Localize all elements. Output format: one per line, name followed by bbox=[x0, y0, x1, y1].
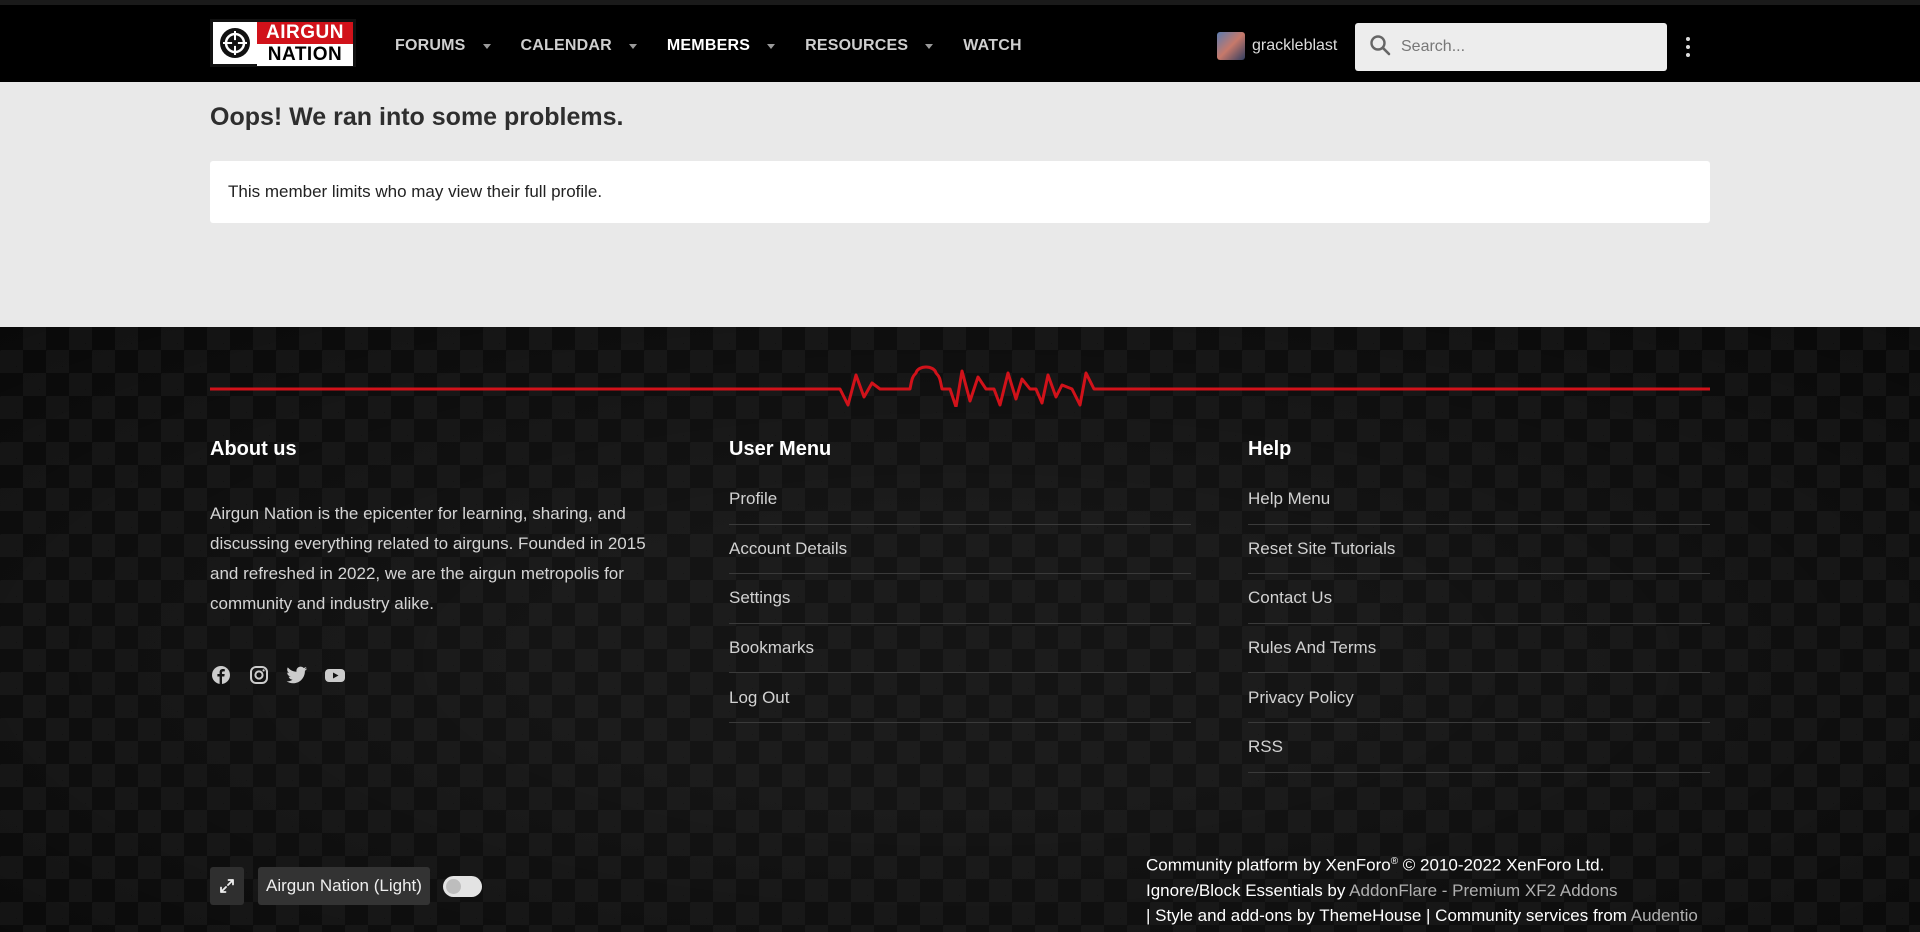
footer-link-profile[interactable]: Profile bbox=[729, 475, 1191, 525]
footer: About us Airgun Nation is the epicenter … bbox=[0, 327, 1920, 932]
nav-watch[interactable]: WATCH bbox=[963, 37, 1021, 55]
error-notice: This member limits who may view their fu… bbox=[210, 161, 1710, 223]
facebook-icon[interactable] bbox=[210, 664, 232, 686]
crosshair-icon bbox=[213, 22, 257, 64]
addonflare-link[interactable]: AddonFlare - Premium XF2 Addons bbox=[1349, 881, 1617, 900]
expand-icon[interactable] bbox=[210, 867, 244, 905]
search-input[interactable] bbox=[1401, 38, 1651, 56]
nav-resources-label: RESOURCES bbox=[805, 37, 909, 54]
logo-text-bottom: NATION bbox=[257, 44, 353, 66]
caret-down-icon[interactable] bbox=[925, 43, 934, 49]
copyright: Community platform by XenForo® © 2010-20… bbox=[1146, 849, 1698, 928]
footer-link-reset-tutorials[interactable]: Reset Site Tutorials bbox=[1248, 525, 1710, 575]
footer-link-bookmarks[interactable]: Bookmarks bbox=[729, 624, 1191, 674]
page-title: Oops! We ran into some problems. bbox=[210, 103, 624, 131]
logo-text-top: AIRGUN bbox=[257, 22, 353, 44]
account-menu[interactable]: grackleblast bbox=[1217, 32, 1337, 60]
twitter-icon[interactable] bbox=[286, 664, 308, 686]
more-options-icon[interactable] bbox=[1684, 37, 1692, 57]
about-title: About us bbox=[210, 438, 297, 460]
user-menu-title: User Menu bbox=[729, 438, 832, 460]
style-chooser-button[interactable]: Airgun Nation (Light) bbox=[258, 867, 430, 905]
about-text: Airgun Nation is the epicenter for learn… bbox=[210, 504, 646, 613]
copyright-line-2: Ignore/Block Essentials by AddonFlare - … bbox=[1146, 878, 1698, 903]
copyright-line-3: | Style and add-ons by ThemeHouse | Comm… bbox=[1146, 903, 1698, 928]
footer-link-rss[interactable]: RSS bbox=[1248, 723, 1710, 773]
nav-members[interactable]: MEMBERS bbox=[666, 37, 776, 55]
nav-watch-label: WATCH bbox=[963, 37, 1022, 54]
footer-link-rules-terms[interactable]: Rules And Terms bbox=[1248, 624, 1710, 674]
search-box[interactable] bbox=[1355, 23, 1667, 71]
copyright-xenforo-text: Community platform by XenForo bbox=[1146, 855, 1391, 875]
style-chooser-label: Airgun Nation (Light) bbox=[266, 876, 422, 895]
audentio-link[interactable]: Audentio bbox=[1631, 906, 1698, 925]
search-icon bbox=[1369, 34, 1391, 61]
nav-forums[interactable]: FORUMS bbox=[395, 37, 491, 55]
help-title: Help bbox=[1248, 438, 1292, 460]
nav-calendar-label: CALENDAR bbox=[520, 37, 612, 54]
social-links bbox=[210, 664, 362, 686]
nav-calendar[interactable]: CALENDAR bbox=[521, 37, 637, 55]
ignore-block-credit-text: Ignore/Block Essentials by bbox=[1146, 880, 1350, 900]
footer-link-log-out[interactable]: Log Out bbox=[729, 673, 1191, 723]
instagram-icon[interactable] bbox=[248, 664, 270, 686]
username: grackleblast bbox=[1252, 37, 1338, 54]
avatar bbox=[1217, 32, 1245, 60]
heartbeat-divider bbox=[210, 365, 1710, 407]
main-nav: FORUMS CALENDAR MEMBERS RESOURCES WATCH bbox=[395, 5, 1052, 87]
registered-mark: ® bbox=[1390, 856, 1399, 867]
caret-down-icon[interactable] bbox=[767, 43, 776, 49]
youtube-icon[interactable] bbox=[324, 664, 346, 686]
top-navigation-bar: AIRGUN NATION FORUMS CALENDAR MEMBERS RE… bbox=[0, 0, 1920, 82]
help-menu-list: Help Menu Reset Site Tutorials Contact U… bbox=[1248, 475, 1710, 773]
footer-link-account-details[interactable]: Account Details bbox=[729, 525, 1191, 575]
nav-members-label: MEMBERS bbox=[666, 37, 751, 54]
footer-link-settings[interactable]: Settings bbox=[729, 574, 1191, 624]
caret-down-icon[interactable] bbox=[482, 43, 491, 49]
dark-mode-toggle[interactable] bbox=[443, 876, 482, 897]
style-credit-text: | Style and add-ons by ThemeHouse | Comm… bbox=[1146, 905, 1631, 925]
user-menu-list: Profile Account Details Settings Bookmar… bbox=[729, 475, 1191, 723]
site-logo[interactable]: AIRGUN NATION bbox=[210, 19, 356, 67]
footer-link-help-menu[interactable]: Help Menu bbox=[1248, 475, 1710, 525]
nav-forums-label: FORUMS bbox=[395, 37, 466, 54]
footer-link-contact-us[interactable]: Contact Us bbox=[1248, 574, 1710, 624]
nav-resources[interactable]: RESOURCES bbox=[805, 37, 934, 55]
footer-link-privacy-policy[interactable]: Privacy Policy bbox=[1248, 673, 1710, 723]
error-message: This member limits who may view their fu… bbox=[228, 182, 603, 201]
copyright-years-text: © 2010-2022 XenForo Ltd. bbox=[1398, 855, 1605, 875]
caret-down-icon[interactable] bbox=[628, 43, 637, 49]
copyright-line-1: Community platform by XenForo® © 2010-20… bbox=[1146, 849, 1698, 878]
